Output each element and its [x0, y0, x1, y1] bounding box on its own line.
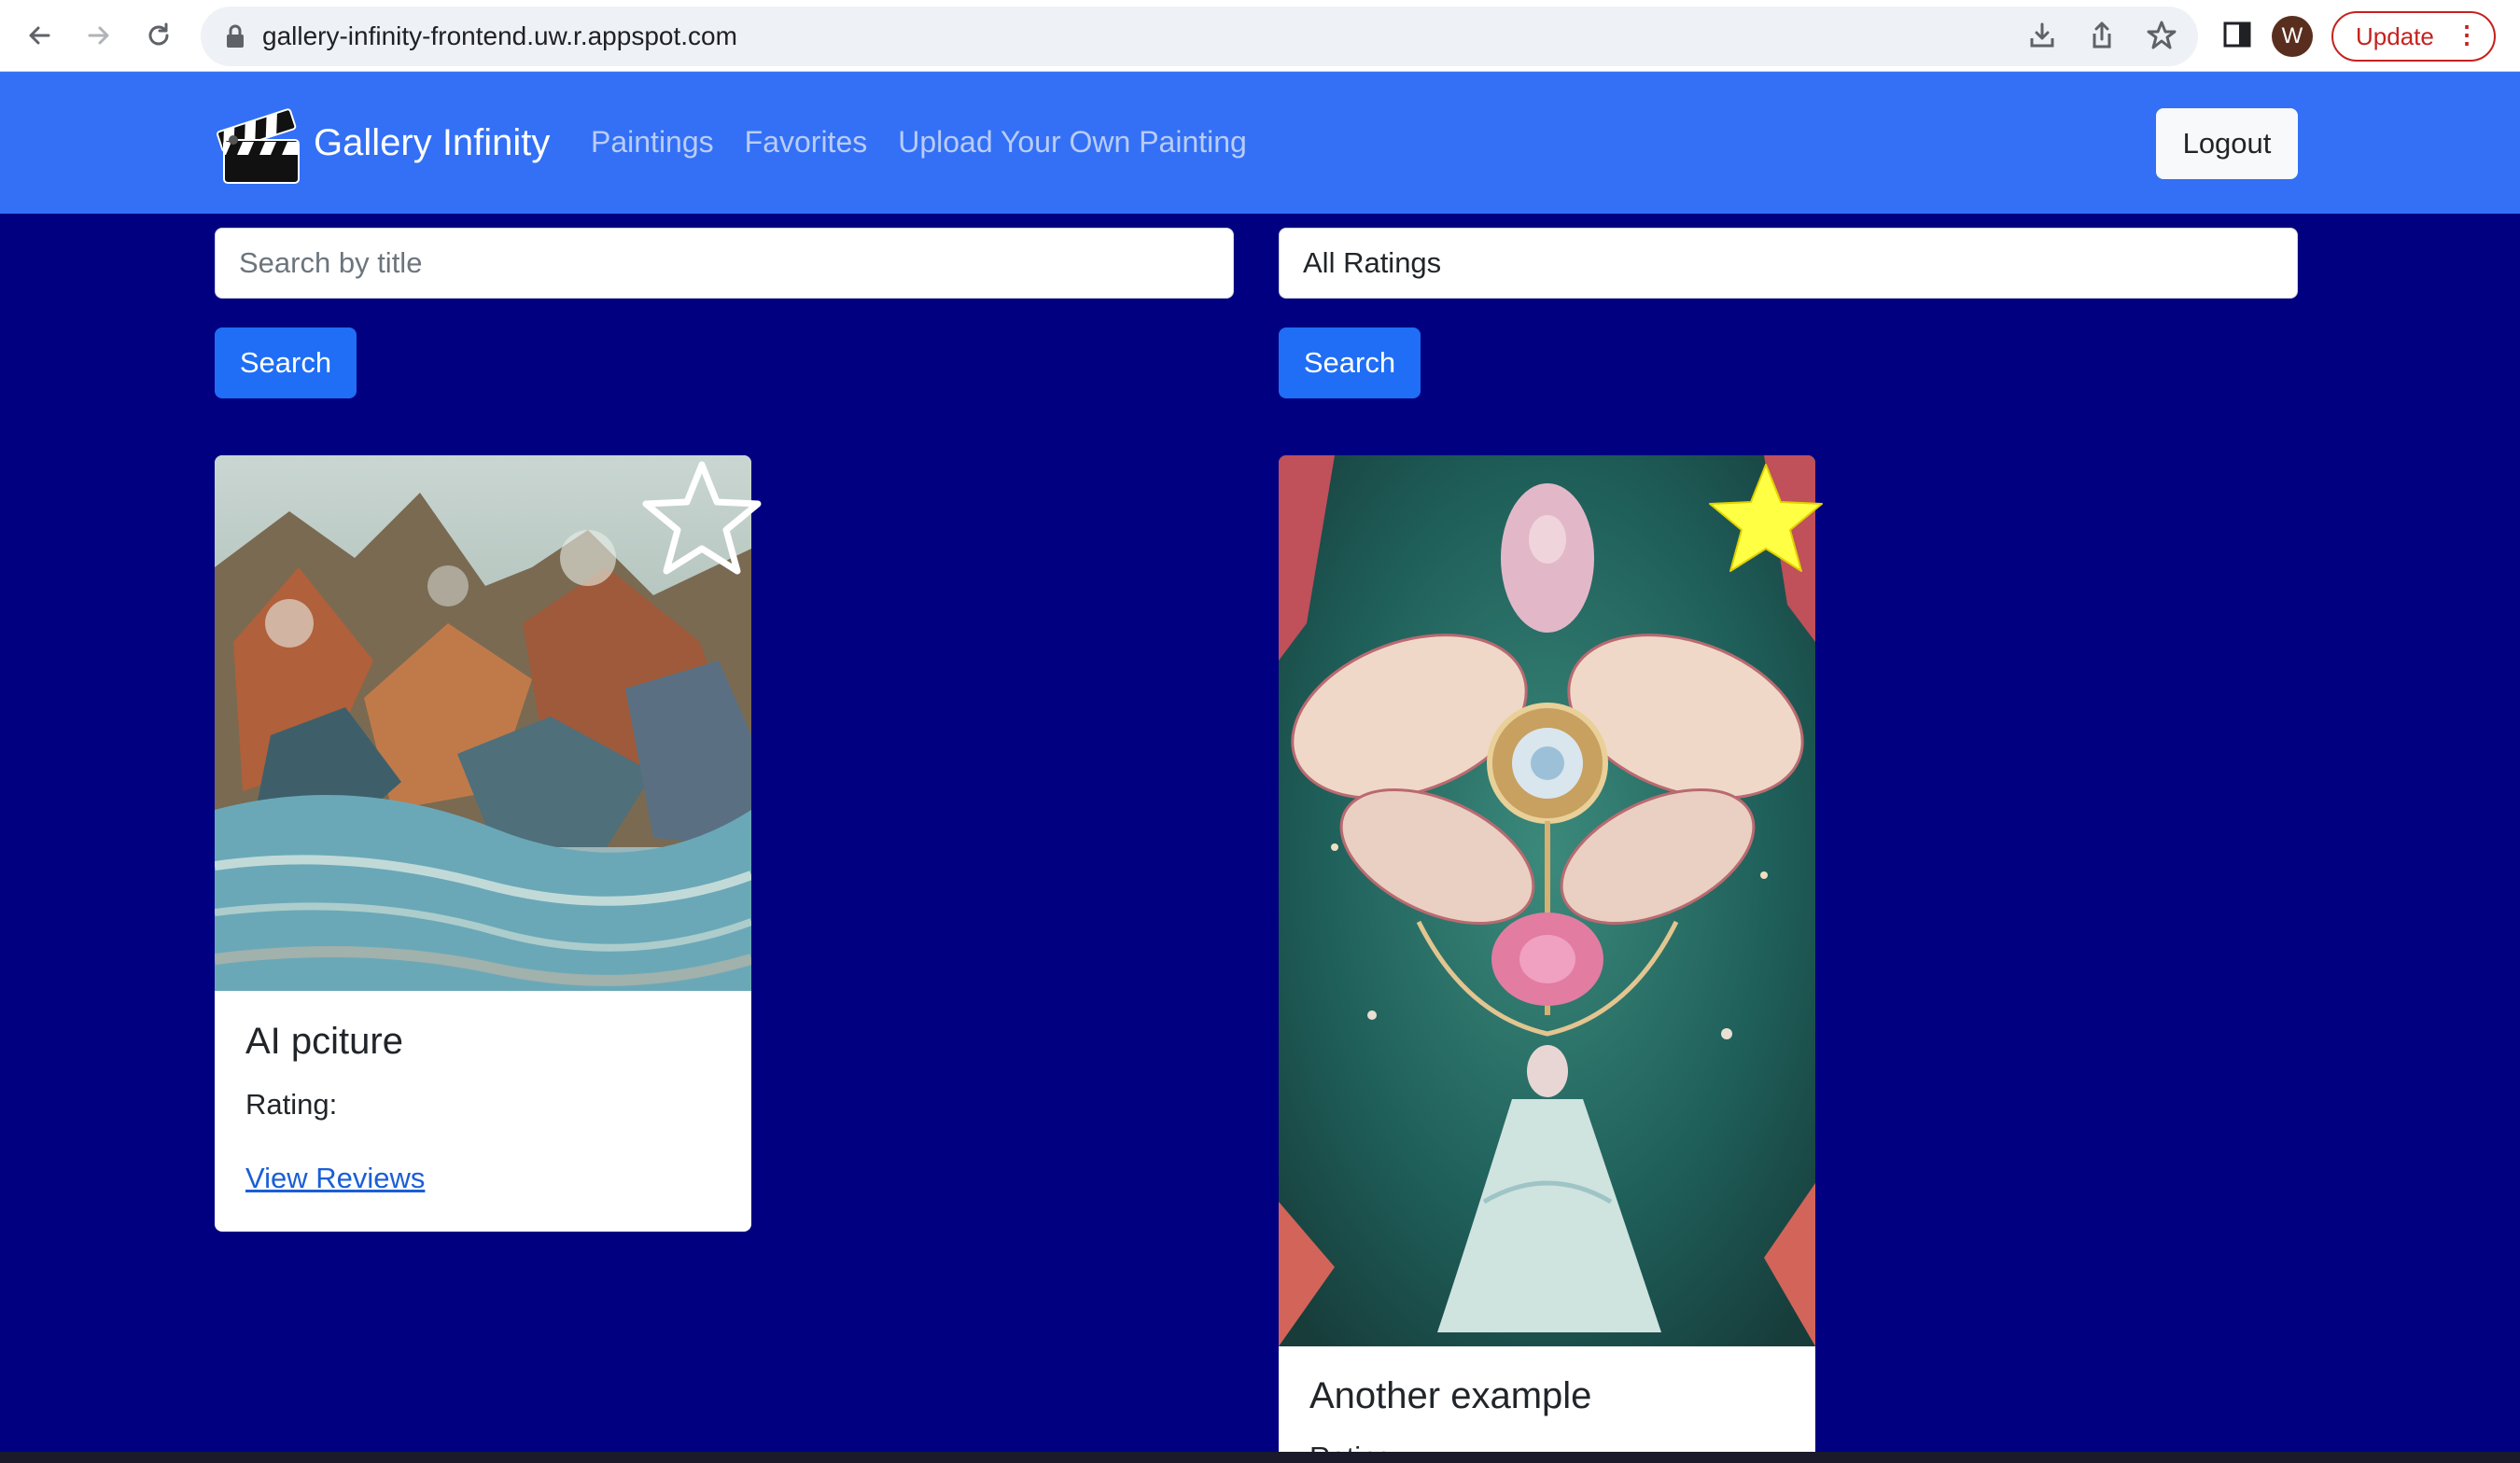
side-panel-icon[interactable]: [2221, 19, 2253, 55]
address-bar[interactable]: gallery-infinity-frontend.uw.r.appspot.c…: [201, 7, 2198, 66]
title-search-button[interactable]: Search: [215, 327, 357, 398]
reload-icon[interactable]: [140, 17, 177, 54]
kebab-menu-icon[interactable]: ⋮: [2455, 22, 2479, 47]
logout-button[interactable]: Logout: [2156, 108, 2298, 179]
back-arrow-icon[interactable]: [21, 17, 58, 54]
search-input[interactable]: Search by title: [215, 228, 1234, 299]
painting-rating: Rating:: [245, 1088, 338, 1121]
view-reviews-link[interactable]: View Reviews: [245, 1162, 425, 1195]
update-button[interactable]: Update ⋮: [2331, 11, 2496, 62]
install-icon[interactable]: [2026, 20, 2058, 56]
brand-name: Gallery Infinity: [314, 121, 551, 163]
painting-title: AI pciture: [245, 1021, 403, 1062]
painting-title: Another example: [1309, 1375, 1592, 1416]
brand[interactable]: Gallery Infinity: [215, 97, 550, 188]
taskbar-edge: [0, 1452, 2520, 1463]
nav-link-upload[interactable]: Upload Your Own Painting: [898, 125, 1247, 160]
update-label: Update: [2356, 21, 2434, 50]
clapperboard-icon: [215, 97, 306, 188]
browser-toolbar: gallery-infinity-frontend.uw.r.appspot.c…: [0, 0, 2520, 72]
favorite-star-outline-icon[interactable]: [640, 459, 763, 577]
main-nav: Paintings Favorites Upload Your Own Pain…: [591, 125, 1278, 160]
forward-arrow-icon[interactable]: [80, 17, 118, 54]
favorite-star-filled-icon[interactable]: [1704, 459, 1827, 577]
bookmark-star-icon[interactable]: [2146, 20, 2177, 56]
rating-select[interactable]: All Ratings: [1279, 228, 2298, 299]
profile-avatar[interactable]: W: [2272, 16, 2313, 57]
nav-link-paintings[interactable]: Paintings: [591, 125, 714, 160]
painting-card: Another example Rating:: [1279, 455, 1815, 1463]
painting-image: [1279, 455, 1815, 1346]
url-text[interactable]: gallery-infinity-frontend.uw.r.appspot.c…: [262, 21, 737, 51]
share-icon[interactable]: [2086, 20, 2118, 56]
rating-search-button[interactable]: Search: [1279, 327, 1421, 398]
nav-link-favorites[interactable]: Favorites: [745, 125, 868, 160]
lock-icon[interactable]: [225, 23, 245, 54]
app-navbar: Gallery Infinity Paintings Favorites Upl…: [0, 72, 2520, 214]
